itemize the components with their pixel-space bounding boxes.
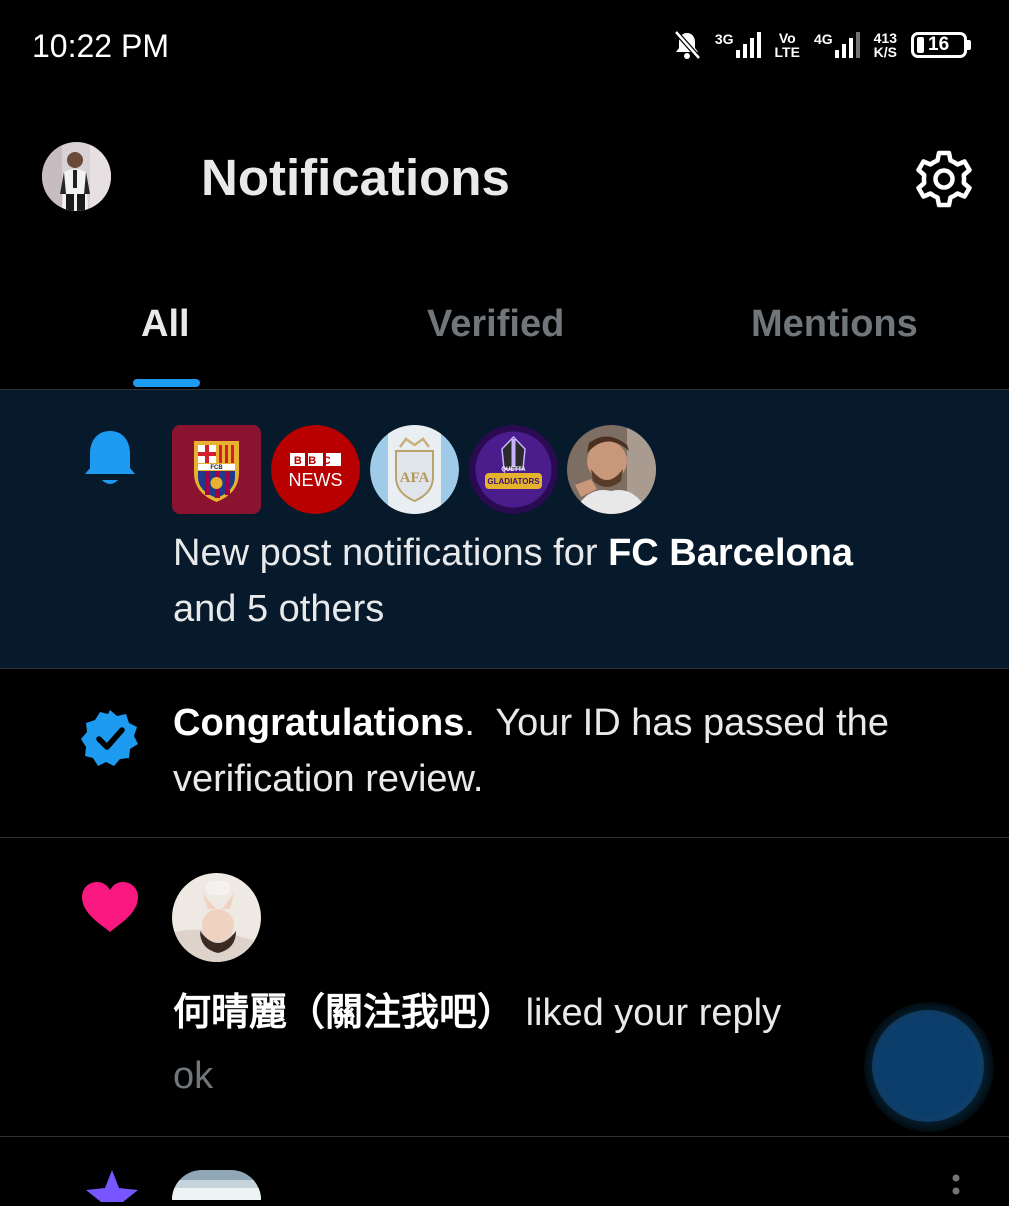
- notification-text-like: 何晴麗（關注我吧） liked your reply: [173, 985, 781, 1041]
- notification-text-verification: Congratulations. Your ID has passed the …: [173, 695, 889, 807]
- row-divider: [0, 1136, 1009, 1137]
- tab-mentions[interactable]: Mentions: [751, 303, 918, 346]
- avatar-bbc-news[interactable]: BBC NEWS: [271, 425, 360, 514]
- tab-verified[interactable]: Verified: [427, 303, 564, 346]
- volte-bottom: LTE: [774, 44, 800, 60]
- notification-text-prefix: New post notifications for: [173, 532, 609, 574]
- quetta-logo-text: QUETTA: [501, 467, 526, 473]
- speed-value: 413: [873, 30, 897, 46]
- page-title: Notifications: [201, 149, 510, 206]
- network-speed: 413 K/S: [874, 31, 897, 59]
- volte-top: Vo: [778, 30, 796, 46]
- net-3g-label: 3G: [714, 31, 734, 47]
- avatar-liker[interactable]: [172, 873, 261, 962]
- bell-icon: [82, 428, 138, 488]
- more-options-icon[interactable]: [952, 1174, 960, 1200]
- reply-preview-text: ok: [173, 1055, 214, 1097]
- verified-badge-icon: [80, 708, 140, 768]
- tab-active-indicator: [133, 379, 200, 387]
- profile-avatar[interactable]: [42, 142, 111, 211]
- signal-4g-icon: [834, 32, 860, 58]
- like-text: liked your reply: [515, 992, 782, 1034]
- compose-button[interactable]: [878, 1016, 978, 1116]
- verification-text: . Your ID has passed the: [464, 702, 889, 744]
- verification-title: Congratulations: [173, 702, 465, 744]
- avatar-quetta-gladiators[interactable]: QUETTA GLADIATORS: [469, 425, 558, 514]
- gear-icon[interactable]: [912, 147, 976, 211]
- signal-3g-icon: [735, 32, 761, 58]
- battery-icon: 16: [911, 32, 971, 58]
- speed-unit: K/S: [873, 44, 897, 60]
- liker-name[interactable]: 何晴麗（關注我吧）: [173, 992, 515, 1034]
- tab-all[interactable]: All: [141, 303, 190, 346]
- status-time: 10:22 PM: [32, 28, 169, 64]
- net-4g-label: 4G: [813, 31, 833, 47]
- avatar-next[interactable]: [172, 1170, 261, 1200]
- notification-text-new-posts: New post notifications for FC Barcelona …: [173, 525, 853, 637]
- avatar-afa[interactable]: AFA: [370, 425, 459, 514]
- bbc-logo-text: BBC: [294, 455, 337, 467]
- fcb-logo-text: FCB: [210, 465, 223, 471]
- avatar-person[interactable]: [567, 425, 656, 514]
- gladiators-logo-text: GLADIATORS: [487, 477, 540, 486]
- avatar-fc-barcelona[interactable]: FCB: [172, 425, 261, 514]
- bbc-news-text: NEWS: [289, 470, 343, 490]
- volte-icon: Vo LTE: [775, 31, 800, 59]
- status-icons: 3G Vo LTE 4G 413 K/S 16: [673, 30, 971, 60]
- bell-off-icon: [673, 30, 701, 60]
- battery-level: 16: [928, 34, 950, 55]
- notification-account-name[interactable]: FC Barcelona: [608, 532, 853, 574]
- star-icon: [86, 1168, 138, 1202]
- afa-logo-text: AFA: [400, 470, 430, 486]
- verification-text-line2: verification review.: [173, 758, 484, 800]
- heart-icon: [80, 880, 140, 934]
- notification-text-suffix: and 5 others: [173, 588, 385, 630]
